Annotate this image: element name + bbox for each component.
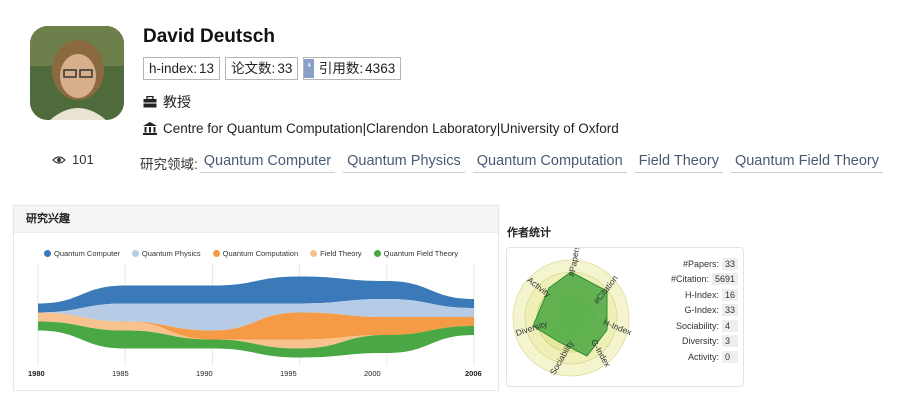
citations-label: 引用数:	[318, 61, 364, 76]
x-tick: 2006	[465, 369, 482, 378]
interests-label: 研究领域:	[140, 157, 198, 172]
stat-row: #Papers: 33	[637, 256, 739, 272]
citations-value: 4363	[365, 61, 396, 76]
metric-badges: h-index: 13 论文数: 33 ❛ 引用数: 4363	[143, 57, 402, 80]
stat-label: Sociability:	[676, 320, 720, 331]
research-interests: 研究领域: Quantum Computer Quantum Physics Q…	[140, 153, 891, 173]
stat-label: G-Index:	[684, 305, 720, 316]
view-count-value: 101	[72, 152, 94, 167]
stat-label: Diversity:	[682, 336, 720, 347]
eye-icon	[52, 155, 66, 164]
papers-badge: 论文数: 33	[225, 57, 299, 80]
position-row: 教授	[143, 92, 191, 112]
stat-row: #Citation: 5691	[637, 272, 739, 288]
institution-icon	[143, 122, 157, 135]
stat-value: 16	[722, 288, 739, 301]
interest-tag[interactable]: Field Theory	[634, 153, 723, 173]
radar-chart: #Papers #Citation H-Index G-Index Sociab…	[512, 248, 634, 377]
x-tick: 1985	[112, 369, 129, 378]
interest-tag[interactable]: Quantum Computer	[199, 153, 336, 173]
h-index-badge: h-index: 13	[143, 57, 221, 80]
position-title: 教授	[163, 94, 191, 110]
papers-label: 论文数:	[231, 61, 276, 76]
x-tick: 1980	[28, 369, 45, 378]
citations-badge: ❛ 引用数: 4363	[303, 57, 402, 80]
author-stats-panel: #Papers #Citation H-Index G-Index Sociab…	[506, 247, 744, 387]
organization-text: Centre for Quantum Computation|Clarendon…	[163, 121, 619, 136]
stat-row: G-Index: 33	[637, 303, 739, 319]
h-index-value: 13	[199, 61, 215, 76]
stat-value: 33	[722, 304, 739, 317]
avatar	[30, 26, 124, 120]
h-index-label: h-index:	[149, 61, 198, 76]
view-count: 101	[52, 152, 94, 167]
stat-label: #Citation:	[670, 274, 709, 285]
stat-label: #Papers:	[682, 258, 720, 269]
stats-table: #Papers: 33 #Citation: 5691 H-Index: 16 G-I…	[637, 256, 739, 365]
stat-label: Activity:	[688, 351, 720, 362]
streamgraph	[37, 264, 475, 366]
stat-row: Diversity: 3	[637, 334, 739, 350]
quote-icon: ❛	[304, 59, 314, 78]
author-name[interactable]: David Deutsch	[143, 26, 275, 48]
stat-value: 5691	[712, 273, 739, 286]
interest-tag[interactable]: Quantum Computation	[472, 153, 627, 173]
research-interest-panel: 研究兴趣 Quantum Computer Quantum Physics Qu…	[13, 205, 499, 391]
author-stats-title: 作者统计	[507, 227, 551, 239]
avatar-photo	[30, 26, 124, 120]
x-tick: 1990	[196, 369, 213, 378]
interest-tag[interactable]: Quantum Field Theory	[730, 153, 883, 173]
stream-layers	[38, 276, 474, 358]
organization-row: Centre for Quantum Computation|Clarendon…	[143, 121, 619, 136]
papers-value: 33	[277, 61, 293, 76]
stat-value: 0	[722, 350, 739, 363]
stat-label: H-Index:	[685, 289, 720, 300]
stat-row: Activity: 0	[637, 349, 739, 365]
stat-row: H-Index: 16	[637, 287, 739, 303]
stat-value: 4	[722, 319, 739, 332]
x-tick: 2000	[364, 369, 381, 378]
x-tick: 1995	[280, 369, 297, 378]
stat-value: 33	[722, 257, 739, 270]
briefcase-icon	[143, 96, 157, 108]
stat-value: 3	[722, 335, 739, 348]
interest-tag[interactable]: Quantum Physics	[343, 153, 465, 173]
stat-row: Sociability: 4	[637, 318, 739, 334]
